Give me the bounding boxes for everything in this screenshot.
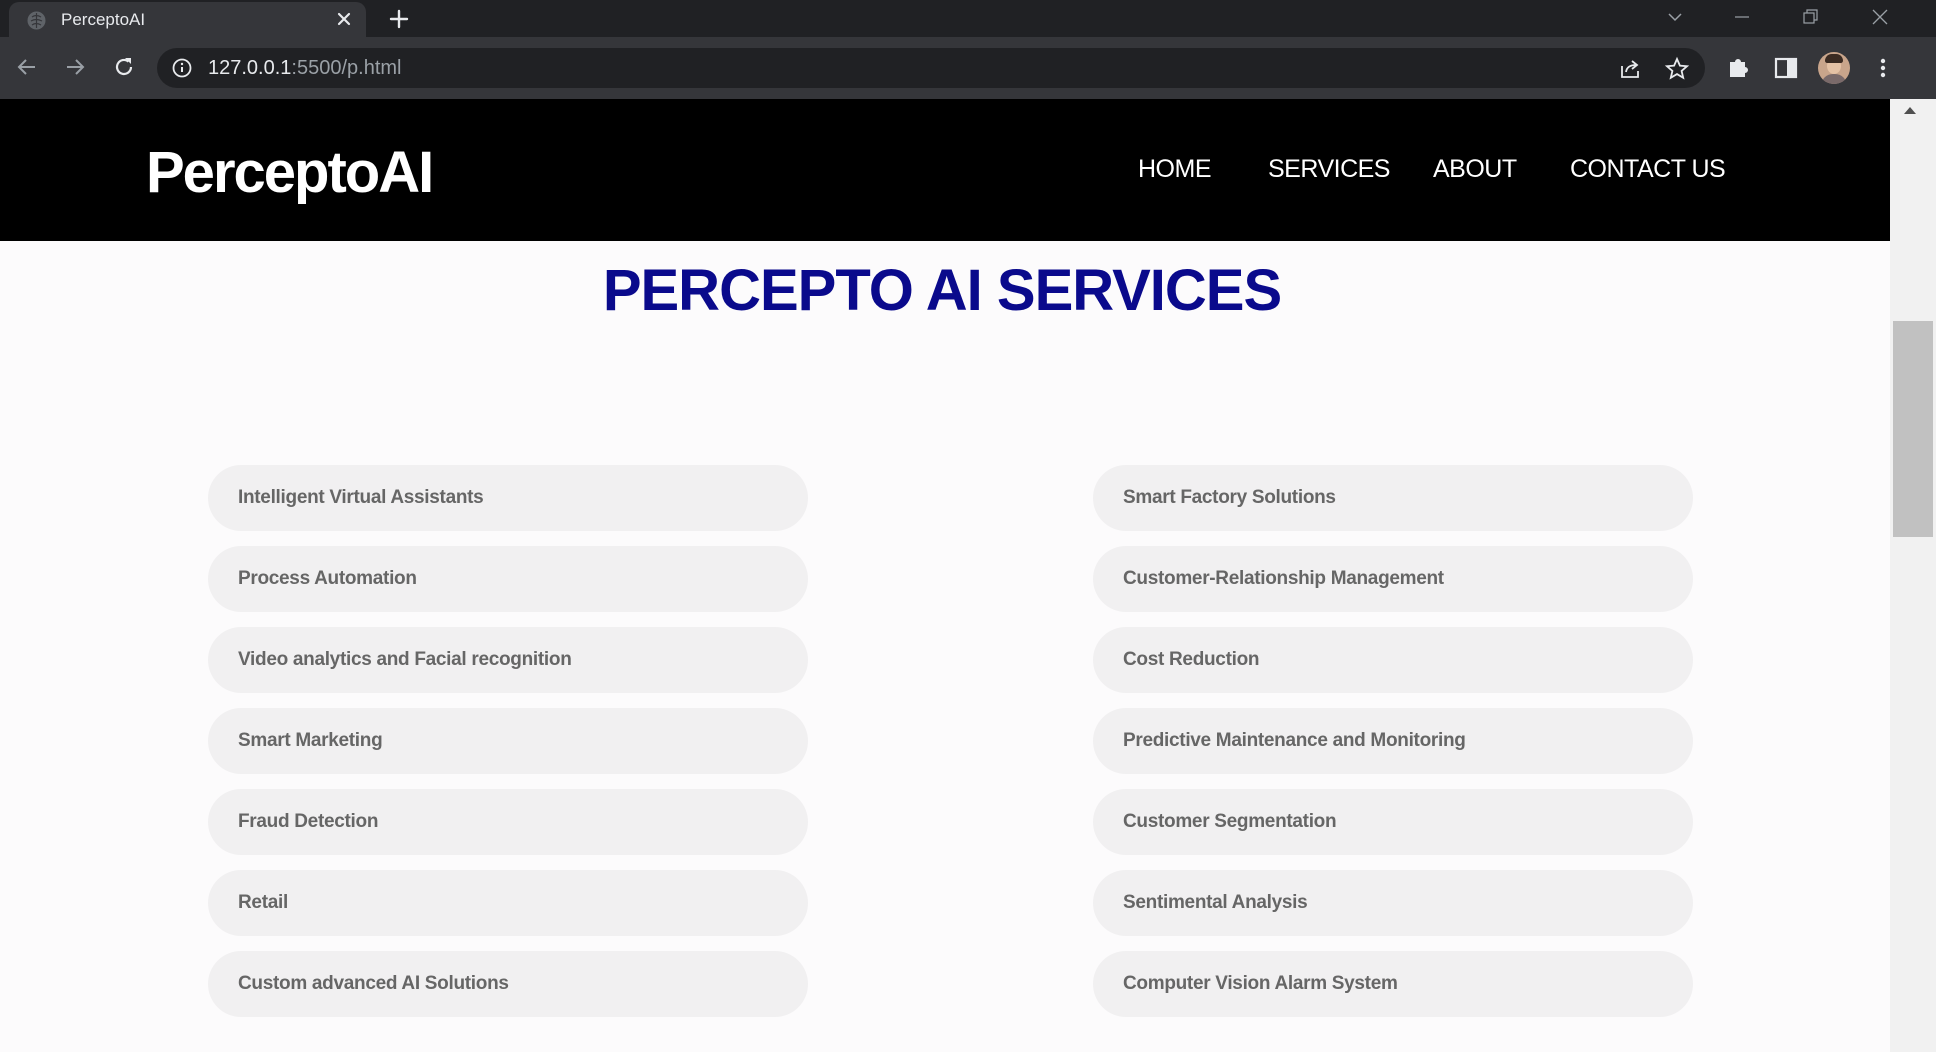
extensions-button[interactable] bbox=[1724, 53, 1754, 83]
site-header: PerceptoAI HOME SERVICES ABOUT CONTACT U… bbox=[0, 99, 1890, 241]
service-label: Predictive Maintenance and Monitoring bbox=[1123, 730, 1466, 751]
service-label: Custom advanced AI Solutions bbox=[238, 973, 509, 994]
star-icon[interactable] bbox=[1664, 56, 1690, 82]
page-title: PERCEPTO AI SERVICES bbox=[602, 258, 1282, 323]
browser-tab[interactable]: PerceptoAI bbox=[9, 2, 366, 37]
service-label: Sentimental Analysis bbox=[1123, 892, 1308, 913]
url-text[interactable]: 127.0.0.1:5500/p.html bbox=[208, 57, 402, 80]
reload-icon bbox=[115, 58, 133, 76]
service-item[interactable]: Computer Vision Alarm System bbox=[1093, 951, 1693, 1017]
service-label: Customer-Relationship Management bbox=[1123, 568, 1444, 589]
service-item[interactable]: Predictive Maintenance and Monitoring bbox=[1093, 708, 1693, 774]
browser-toolbar: 127.0.0.1:5500/p.html bbox=[0, 37, 1936, 99]
url-path: :5500/p.html bbox=[291, 57, 402, 79]
reload-button[interactable] bbox=[106, 49, 142, 85]
service-label: Intelligent Virtual Assistants bbox=[238, 487, 484, 508]
url-host: 127.0.0.1 bbox=[208, 57, 292, 79]
side-panel-button[interactable] bbox=[1771, 53, 1801, 83]
restore-button[interactable] bbox=[1781, 2, 1841, 32]
service-label: Video analytics and Facial recognition bbox=[238, 649, 572, 670]
minimize-icon bbox=[1735, 16, 1749, 18]
nav-services[interactable]: SERVICES bbox=[1268, 155, 1390, 184]
share-icon[interactable] bbox=[1617, 56, 1643, 82]
service-label: Smart Marketing bbox=[238, 730, 383, 751]
page-scrollbar[interactable] bbox=[1890, 99, 1936, 1052]
service-label: Computer Vision Alarm System bbox=[1123, 973, 1398, 994]
close-icon bbox=[1872, 9, 1888, 25]
side-panel-icon bbox=[1774, 57, 1798, 79]
forward-button[interactable] bbox=[57, 49, 93, 85]
service-label: Cost Reduction bbox=[1123, 649, 1260, 670]
site-logo[interactable]: PerceptoAI bbox=[146, 139, 434, 206]
service-item[interactable]: Smart Factory Solutions bbox=[1093, 465, 1693, 531]
service-label: Retail bbox=[238, 892, 288, 913]
address-bar[interactable]: 127.0.0.1:5500/p.html bbox=[157, 48, 1705, 88]
arrow-left-icon bbox=[17, 59, 35, 75]
scroll-up-arrow[interactable] bbox=[1904, 107, 1916, 114]
service-item[interactable]: Fraud Detection bbox=[208, 789, 808, 855]
back-button[interactable] bbox=[9, 49, 45, 85]
service-item[interactable]: Retail bbox=[208, 870, 808, 936]
arrow-right-icon bbox=[67, 59, 85, 75]
service-item[interactable]: Intelligent Virtual Assistants bbox=[208, 465, 808, 531]
service-label: Customer Segmentation bbox=[1123, 811, 1337, 832]
info-icon[interactable] bbox=[171, 57, 193, 79]
plus-icon[interactable] bbox=[385, 5, 413, 33]
puzzle-icon bbox=[1730, 59, 1748, 77]
close-icon[interactable] bbox=[331, 6, 357, 32]
page-viewport: PerceptoAI HOME SERVICES ABOUT CONTACT U… bbox=[0, 99, 1890, 1052]
service-item[interactable]: Smart Marketing bbox=[208, 708, 808, 774]
service-item[interactable]: Video analytics and Facial recognition bbox=[208, 627, 808, 693]
tab-title: PerceptoAI bbox=[61, 10, 146, 29]
service-item[interactable]: Sentimental Analysis bbox=[1093, 870, 1693, 936]
service-label: Smart Factory Solutions bbox=[1123, 487, 1336, 508]
browser-tab-strip: PerceptoAI bbox=[0, 0, 1936, 37]
nav-home[interactable]: HOME bbox=[1138, 155, 1212, 184]
service-label: Process Automation bbox=[238, 568, 417, 589]
window-close-button[interactable] bbox=[1850, 2, 1910, 32]
minimize-button[interactable] bbox=[1712, 2, 1772, 32]
service-item[interactable]: Customer Segmentation bbox=[1093, 789, 1693, 855]
scroll-thumb[interactable] bbox=[1893, 321, 1933, 537]
nav-contact-us[interactable]: CONTACT US bbox=[1570, 155, 1726, 184]
nav-about[interactable]: ABOUT bbox=[1433, 155, 1517, 184]
brain-icon bbox=[27, 11, 46, 30]
browser-menu-button[interactable] bbox=[1868, 53, 1898, 83]
service-item[interactable]: Custom advanced AI Solutions bbox=[208, 951, 808, 1017]
chevron-down-icon bbox=[1668, 13, 1682, 22]
tab-search-button[interactable] bbox=[1645, 2, 1705, 32]
avatar[interactable] bbox=[1818, 52, 1850, 84]
restore-icon bbox=[1803, 9, 1818, 24]
service-item[interactable]: Customer-Relationship Management bbox=[1093, 546, 1693, 612]
service-item[interactable]: Cost Reduction bbox=[1093, 627, 1693, 693]
service-label: Fraud Detection bbox=[238, 811, 379, 832]
kebab-menu-icon bbox=[1880, 58, 1886, 78]
service-item[interactable]: Process Automation bbox=[208, 546, 808, 612]
